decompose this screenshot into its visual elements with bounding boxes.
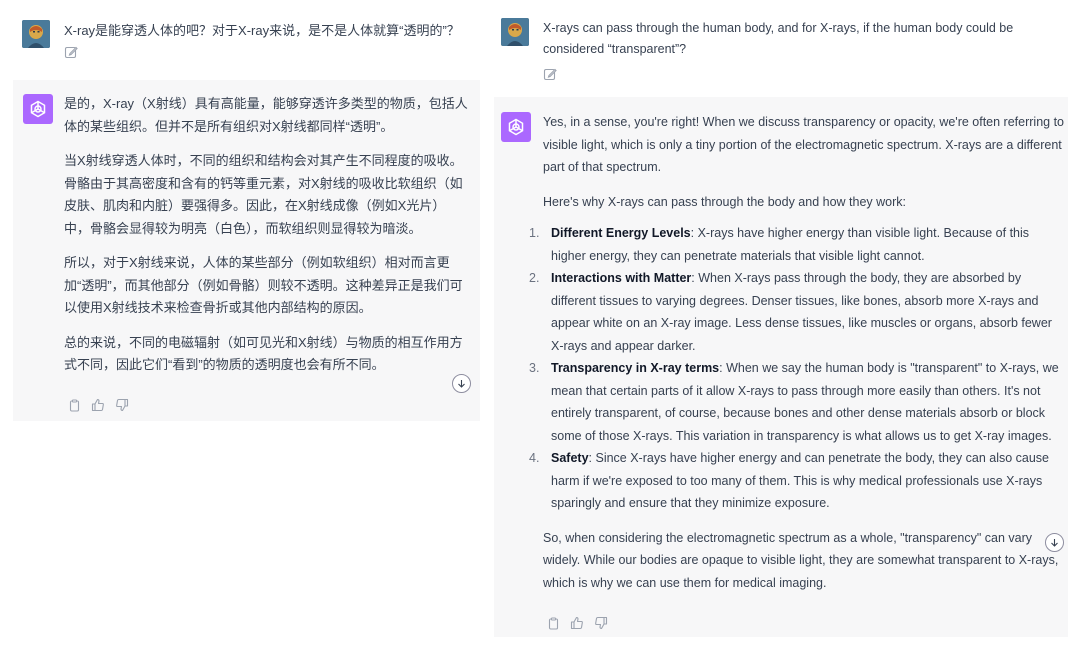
assistant-paragraph: 所以，对于X射线来说，人体的某些部分（例如软组织）相对而言更加“透明”，而其他部…	[64, 255, 463, 315]
arrow-down-icon	[1051, 539, 1058, 547]
list-item: 4. Safety: Since X-rays have higher energ…	[529, 447, 1065, 515]
list-item-title: Interactions with Matter	[551, 271, 692, 285]
chatgpt-logo-icon	[23, 94, 53, 124]
thumbs-up-icon[interactable]	[570, 616, 584, 630]
assistant-message-container: Yes, in a sense, you're right! When we d…	[494, 97, 1068, 637]
list-number: 2.	[529, 271, 540, 285]
user-message-text: X-ray是能穿透人体的吧？对于X-ray来说，是不是人体就算“透明的”？	[64, 23, 460, 38]
list-number: 4.	[529, 451, 540, 465]
assistant-conclusion: So, when considering the electromagnetic…	[543, 530, 1059, 590]
assistant-paragraph: 总的来说，不同的电磁辐射（如可见光和X射线）与物质的相互作用方式不同，因此它们“…	[64, 334, 463, 373]
thumbs-down-icon[interactable]	[115, 398, 129, 412]
user-avatar	[501, 18, 529, 46]
user-avatar	[22, 20, 50, 48]
copy-icon[interactable]	[547, 617, 560, 630]
assistant-message-container: 是的，X-ray（X射线）具有高能量，能够穿透许多类型的物质，包括人体的某些组织…	[13, 80, 480, 421]
list-item: 2. Interactions with Matter: When X-rays …	[529, 267, 1065, 357]
arrow-down-icon	[458, 380, 465, 388]
list-item: 3. Transparency in X-ray terms: When we s…	[529, 357, 1065, 447]
message-actions	[547, 616, 608, 630]
thumbs-down-icon[interactable]	[594, 616, 608, 630]
left-chat-panel: X-ray是能穿透人体的吧？对于X-ray来说，是不是人体就算“透明的”？ 是的…	[0, 0, 482, 648]
thumbs-up-icon[interactable]	[91, 398, 105, 412]
message-actions	[68, 398, 129, 412]
edit-icon[interactable]	[543, 67, 557, 81]
assistant-message-text: 是的，X-ray（X射线）具有高能量，能够穿透许多类型的物质，包括人体的某些组织…	[64, 93, 470, 377]
list-item-text: : Since X-rays have higher energy and ca…	[551, 451, 1050, 510]
list-number: 1.	[529, 226, 540, 240]
assistant-intro: Yes, in a sense, you're right! When we d…	[543, 115, 1065, 174]
assistant-message-text: Yes, in a sense, you're right! When we d…	[529, 111, 1065, 594]
assistant-lead: Here's why X-rays can pass through the b…	[543, 194, 906, 209]
list-item-title: Safety	[551, 451, 589, 465]
edit-icon[interactable]	[64, 45, 78, 59]
list-number: 3.	[529, 361, 540, 375]
user-message-text: X-rays can pass through the human body, …	[543, 21, 1014, 56]
scroll-down-button[interactable]	[1045, 533, 1064, 552]
copy-icon[interactable]	[68, 399, 81, 412]
list-item-title: Different Energy Levels	[551, 226, 691, 240]
assistant-paragraph: 当X射线穿透人体时，不同的组织和结构会对其产生不同程度的吸收。骨骼由于其高密度和…	[64, 153, 463, 236]
list-item-title: Transparency in X-ray terms	[551, 361, 720, 375]
list-item: 1. Different Energy Levels: X-rays have h…	[529, 222, 1065, 267]
assistant-paragraph: 是的，X-ray（X射线）具有高能量，能够穿透许多类型的物质，包括人体的某些组织…	[64, 96, 468, 134]
reasons-list: 1. Different Energy Levels: X-rays have h…	[529, 222, 1065, 515]
user-message: X-ray是能穿透人体的吧？对于X-ray来说，是不是人体就算“透明的”？	[22, 20, 472, 59]
scroll-down-button[interactable]	[452, 374, 471, 393]
chatgpt-logo-icon	[501, 112, 531, 142]
user-message: X-rays can pass through the human body, …	[501, 18, 1071, 81]
right-chat-panel: X-rays can pass through the human body, …	[494, 0, 1080, 648]
